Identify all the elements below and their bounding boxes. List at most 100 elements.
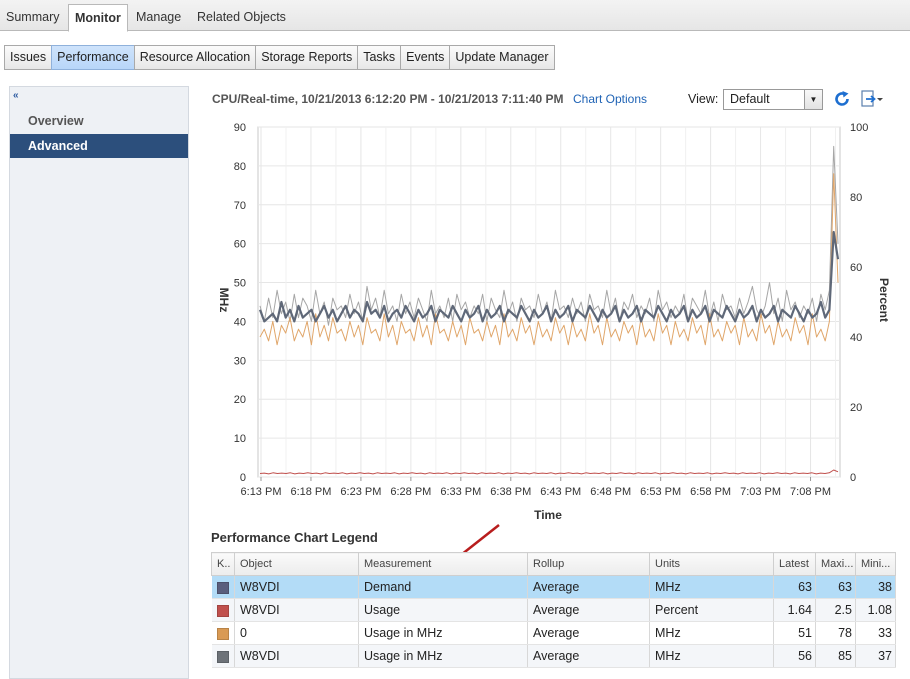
x-tick-label: 6:43 PM <box>540 486 581 498</box>
y2-tick-label: 40 <box>850 332 862 344</box>
x-tick-label: 6:18 PM <box>290 486 331 498</box>
col-object[interactable]: Object <box>234 552 359 576</box>
top-tab-bar: Summary Monitor Manage Related Objects <box>0 0 910 32</box>
cell-latest: 63 <box>773 575 816 599</box>
cell-rollup: Average <box>527 575 650 599</box>
cell-max: 85 <box>815 644 856 668</box>
y-axis-label: MHz <box>217 288 231 313</box>
tab-update-manager[interactable]: Update Manager <box>449 45 555 70</box>
col-minimum[interactable]: Mini... <box>855 552 896 576</box>
tab-events[interactable]: Events <box>400 45 451 70</box>
cell-measurement: Usage in MHz <box>358 621 528 645</box>
cell-units: MHz <box>649 644 774 668</box>
y-tick-label: 10 <box>234 433 246 445</box>
color-swatch <box>216 650 229 663</box>
left-nav-panel: « Overview Advanced <box>9 86 189 679</box>
y-tick-label: 50 <box>234 278 246 290</box>
cell-rollup: Average <box>527 598 650 622</box>
color-swatch <box>216 604 229 617</box>
cell-units: Percent <box>649 598 774 622</box>
cell-min: 1.08 <box>855 598 896 622</box>
view-select-value: Default <box>730 92 770 106</box>
cell-object: W8VDI <box>234 598 359 622</box>
series-usage-mhz-0 <box>259 173 839 346</box>
x-tick-label: 6:33 PM <box>440 486 481 498</box>
x-tick-label: 6:28 PM <box>390 486 431 498</box>
y2-tick-label: 60 <box>850 262 862 274</box>
cell-latest: 1.64 <box>773 598 816 622</box>
view-select[interactable]: Default ▼ <box>723 89 823 110</box>
col-maximum[interactable]: Maxi... <box>815 552 856 576</box>
cell-rollup: Average <box>527 644 650 668</box>
tab-manage[interactable]: Manage <box>130 4 187 31</box>
chart-grid <box>257 126 841 478</box>
x-tick-label: 6:53 PM <box>640 486 681 498</box>
col-measurement[interactable]: Measurement <box>358 552 528 576</box>
col-units[interactable]: Units <box>649 552 774 576</box>
y-tick-label: 20 <box>234 394 246 406</box>
legend-header-row: K.. Object Measurement Rollup Units Late… <box>211 552 896 576</box>
export-icon[interactable] <box>860 90 884 108</box>
table-row[interactable]: W8VDI Usage in MHz Average MHz 56 85 37 <box>211 644 896 668</box>
cell-rollup: Average <box>527 621 650 645</box>
table-row[interactable]: 0 Usage in MHz Average MHz 51 78 33 <box>211 621 896 645</box>
nav-item-advanced[interactable]: Advanced <box>10 134 188 158</box>
legend-key <box>211 621 235 645</box>
plot-border <box>257 126 841 478</box>
x-tick-label: 6:38 PM <box>490 486 531 498</box>
cell-measurement: Demand <box>358 575 528 599</box>
x-axis-label: Time <box>534 508 562 522</box>
y2-tick-label: 0 <box>850 472 856 484</box>
color-swatch <box>216 627 229 640</box>
tab-monitor[interactable]: Monitor <box>68 4 128 32</box>
tab-related-objects[interactable]: Related Objects <box>191 4 292 31</box>
table-row[interactable]: W8VDI Usage Average Percent 1.64 2.5 1.08 <box>211 598 896 622</box>
x-tick-label: 6:58 PM <box>690 486 731 498</box>
tab-performance[interactable]: Performance <box>51 45 135 70</box>
nav-item-overview[interactable]: Overview <box>10 109 188 133</box>
chart-options-link[interactable]: Chart Options <box>573 92 647 106</box>
performance-chart: 0 10 20 30 40 50 60 70 80 90 0 20 40 60 80 100 6:13 PM… <box>217 122 891 522</box>
y-tick-label: 90 <box>234 122 246 134</box>
tab-resource-allocation[interactable]: Resource Allocation <box>133 45 257 70</box>
cell-max: 78 <box>815 621 856 645</box>
y-tick-label: 40 <box>234 316 246 328</box>
col-latest[interactable]: Latest <box>773 552 816 576</box>
tab-summary[interactable]: Summary <box>0 4 65 31</box>
cell-object: W8VDI <box>234 575 359 599</box>
cell-latest: 56 <box>773 644 816 668</box>
y2-tick-label: 100 <box>850 122 868 134</box>
x-tick-label: 7:08 PM <box>790 486 831 498</box>
series-demand <box>258 230 840 323</box>
cell-object: W8VDI <box>234 644 359 668</box>
y-axis-right: 0 20 40 60 80 100 <box>850 122 868 484</box>
cell-measurement: Usage in MHz <box>358 644 528 668</box>
y2-tick-label: 80 <box>850 192 862 204</box>
refresh-icon[interactable] <box>833 90 851 108</box>
x-tick-label: 7:03 PM <box>740 486 781 498</box>
table-row[interactable]: W8VDI Demand Average MHz 63 63 38 <box>211 575 896 599</box>
y-tick-label: 30 <box>234 355 246 367</box>
chevron-down-icon[interactable]: ▼ <box>804 90 822 109</box>
tab-issues[interactable]: Issues <box>4 45 53 70</box>
legend-key <box>211 598 235 622</box>
chart-title: CPU/Real-time, 10/21/2013 6:12:20 PM - 1… <box>212 92 564 106</box>
y-tick-label: 0 <box>240 472 246 484</box>
legend-key <box>211 575 235 599</box>
color-swatch <box>216 581 229 594</box>
tab-tasks[interactable]: Tasks <box>357 45 402 70</box>
y-tick-label: 80 <box>234 161 246 173</box>
cell-min: 37 <box>855 644 896 668</box>
legend-table: K.. Object Measurement Rollup Units Late… <box>211 552 896 668</box>
collapse-icon[interactable]: « <box>13 90 19 101</box>
col-rollup[interactable]: Rollup <box>527 552 650 576</box>
x-tick-label: 6:23 PM <box>340 486 381 498</box>
col-key[interactable]: K.. <box>211 552 235 576</box>
sub-tab-bar: Issues Performance Resource Allocation S… <box>4 45 555 70</box>
series-usage-percent <box>259 469 839 475</box>
cell-object: 0 <box>234 621 359 645</box>
cell-min: 33 <box>855 621 896 645</box>
tab-storage-reports[interactable]: Storage Reports <box>255 45 359 70</box>
y-tick-label: 60 <box>234 239 246 251</box>
cell-units: MHz <box>649 621 774 645</box>
